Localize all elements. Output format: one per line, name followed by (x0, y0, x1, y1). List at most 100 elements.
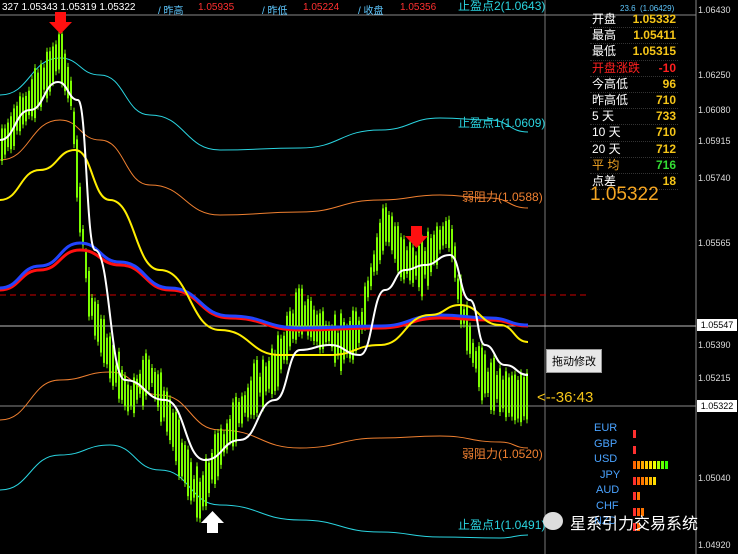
candle-body (496, 375, 498, 399)
wechat-icon (543, 512, 563, 530)
candle-body (238, 401, 240, 424)
candle-body (148, 359, 150, 390)
candle-body (91, 297, 93, 316)
candle-body (214, 434, 216, 485)
candle-body (28, 90, 30, 116)
candle-body (166, 391, 168, 432)
candle-body (121, 369, 123, 400)
strength-bar (641, 461, 644, 469)
drag-modify-tooltip[interactable]: 拖动修改 (546, 349, 602, 373)
stats-row: 10 天 710 (590, 125, 678, 142)
strength-bar (637, 492, 640, 500)
stats-row: 最低 1.05315 (590, 44, 678, 61)
candle-body (337, 332, 339, 356)
currency-label: GBP (594, 437, 618, 450)
candle-body (106, 337, 108, 365)
candle-body (160, 372, 162, 422)
candle-body (109, 336, 111, 379)
candle-body (103, 319, 105, 363)
candle-body (451, 229, 453, 259)
candle-body (175, 411, 177, 462)
candle-body (313, 309, 315, 341)
candle-body (286, 315, 288, 361)
strength-bar (657, 461, 660, 469)
candle-body (457, 278, 459, 300)
candle-body (265, 366, 267, 392)
candle-body (115, 365, 117, 383)
currency-strength-bars (633, 425, 637, 438)
sell-arrow-icon (405, 226, 428, 248)
candle-body (508, 377, 510, 413)
candle-body (94, 301, 96, 336)
candle-body (472, 342, 474, 363)
bar-countdown: <--36:43 (537, 389, 594, 406)
candle-body (172, 412, 174, 447)
candle-body (412, 247, 414, 283)
candle-body (433, 234, 435, 262)
upper-cyan-band (0, 57, 529, 151)
y-tick-label: 1.05740 (698, 173, 731, 183)
candle-body (55, 44, 57, 72)
candle-body (88, 270, 90, 317)
candle-body (385, 207, 387, 242)
stats-key: 最高 (592, 28, 617, 43)
strength-bar (649, 461, 652, 469)
strength-bar (645, 476, 648, 485)
stats-key: 今高低 (592, 76, 629, 91)
candle-body (61, 34, 63, 84)
candle-body (202, 475, 204, 507)
candle-body (292, 313, 294, 339)
candle-body (388, 214, 390, 243)
currency-label: EUR (594, 422, 618, 434)
stats-value: 1.05411 (633, 28, 676, 43)
stats-key: 开盘 (592, 12, 617, 26)
stats-key: 5 天 (592, 109, 615, 124)
close-value: 1.05356 (400, 2, 437, 13)
candle-body (85, 252, 87, 279)
candle-body (169, 399, 171, 441)
yesterday-low-value: 1.05224 (303, 2, 340, 13)
y-tick-label: 1.05040 (698, 473, 731, 483)
candle-body (211, 453, 213, 480)
strength-bar (633, 476, 636, 485)
stats-key: 10 天 (592, 125, 621, 140)
candle-body (295, 292, 297, 340)
candle-body (100, 318, 102, 353)
candle-body (376, 237, 378, 271)
candle-body (79, 186, 81, 233)
candle-body (298, 288, 300, 333)
big-price: 1.05322 (590, 184, 659, 205)
stats-value: 96 (662, 76, 676, 91)
candle-body (394, 226, 396, 259)
stats-key: 平 均 (592, 157, 620, 172)
candle-body (481, 347, 483, 401)
candle-body (370, 267, 372, 287)
candle-body (184, 445, 186, 483)
candle-body (163, 390, 165, 418)
candle-body (241, 396, 243, 424)
candle-body (448, 219, 450, 248)
strength-bar (653, 461, 656, 469)
stats-key: 最低 (592, 44, 617, 59)
candle-body (304, 305, 306, 328)
candle-body (253, 363, 255, 416)
y-tick-label: 1.05565 (698, 238, 731, 248)
candle-body (520, 373, 522, 423)
candle-body (379, 222, 381, 261)
candle-body (517, 380, 519, 419)
candle-body (73, 111, 75, 145)
candle-body (274, 353, 276, 391)
candle-body (58, 34, 60, 70)
candle-body (514, 374, 516, 421)
candle-body (364, 286, 366, 327)
stats-value: 18 (662, 173, 676, 188)
currency-strength-bars (633, 472, 657, 485)
candle-body (181, 442, 183, 477)
stats-value: 712 (655, 141, 676, 156)
candle-body (442, 226, 444, 246)
candle-body (415, 255, 417, 276)
candle-body (469, 326, 471, 354)
candle-body (409, 242, 411, 281)
stats-row: 今高低 96 (590, 77, 678, 93)
candle-body (154, 371, 156, 398)
